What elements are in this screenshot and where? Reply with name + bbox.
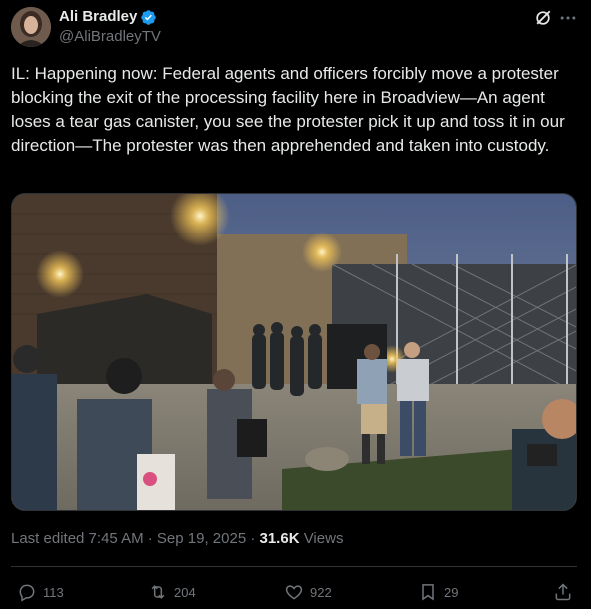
post: Ali Bradley @AliBradleyTV IL: Happening … [0, 0, 591, 609]
bookmark-button[interactable]: 29 [418, 578, 458, 606]
post-text: IL: Happening now: Federal agents and of… [11, 64, 565, 155]
verified-badge-icon [141, 10, 156, 25]
share-icon [555, 583, 571, 601]
views-count: 31.6K [259, 530, 300, 547]
bookmark-count: 29 [444, 584, 459, 600]
bookmark-icon [422, 584, 434, 601]
action-bar: 113 204 922 29 [11, 578, 577, 606]
post-photo[interactable] [11, 193, 577, 511]
heart-icon [285, 585, 303, 600]
reply-button[interactable]: 113 [17, 578, 64, 606]
divider [11, 566, 577, 567]
author-handle[interactable]: @AliBradleyTV [59, 28, 161, 45]
like-count: 922 [310, 584, 332, 600]
reply-icon [19, 584, 35, 602]
post-metadata: Last edited 7:45 AM · Sep 19, 2025 · 31.… [11, 530, 343, 547]
repost-count: 204 [174, 584, 196, 600]
views-label: Views [299, 530, 344, 547]
more-icon[interactable] [558, 8, 578, 28]
reply-count: 113 [43, 584, 64, 600]
share-button[interactable] [553, 578, 579, 606]
grok-icon[interactable] [533, 8, 553, 28]
avatar[interactable] [11, 7, 51, 47]
author-name[interactable]: Ali Bradley [59, 8, 137, 25]
repost-button[interactable]: 204 [148, 578, 196, 606]
like-button[interactable]: 922 [284, 578, 332, 606]
repost-icon [151, 585, 165, 599]
edited-timestamp[interactable]: Last edited 7:45 AM · Sep 19, 2025 · [11, 530, 260, 547]
